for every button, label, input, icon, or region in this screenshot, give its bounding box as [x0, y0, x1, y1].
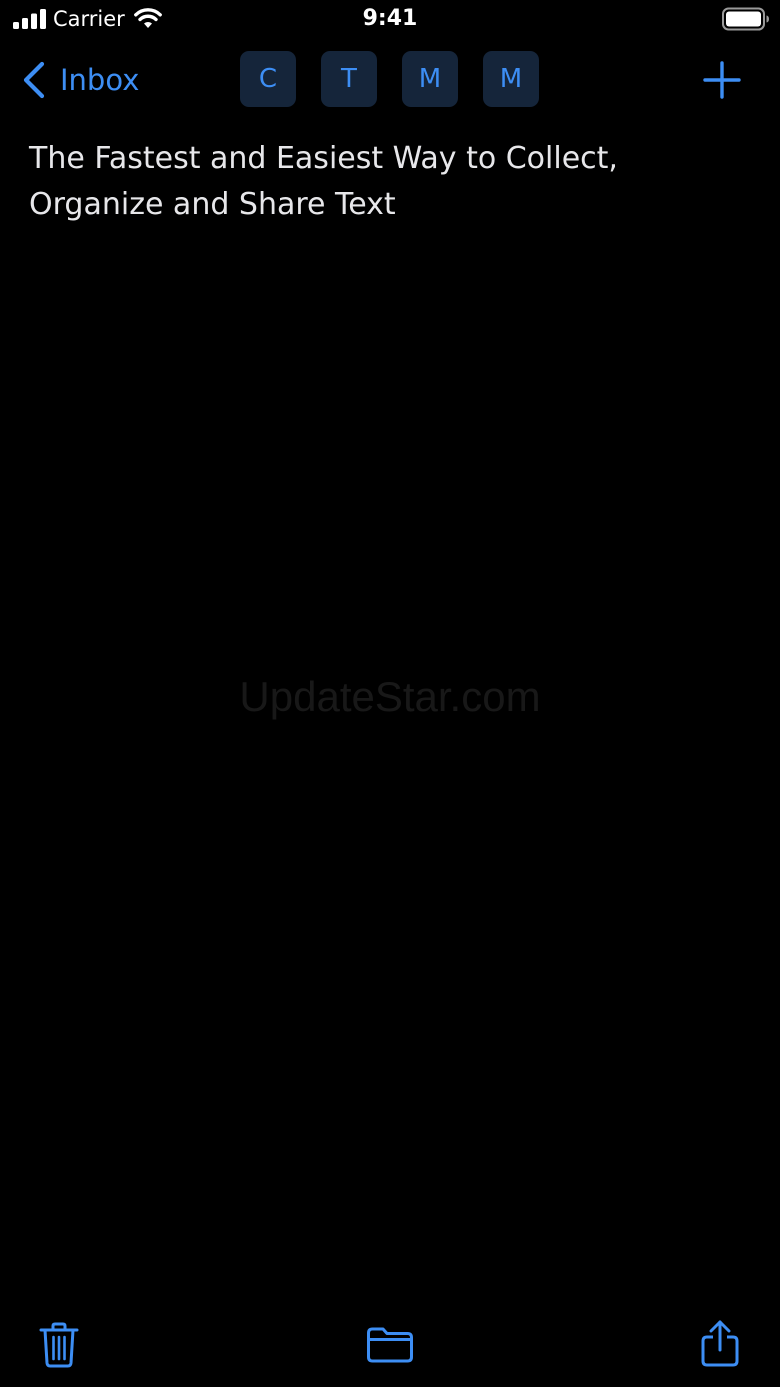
- back-button-label: Inbox: [60, 63, 140, 97]
- status-bar: Carrier 9:41: [0, 0, 780, 40]
- navigation-bar: Inbox C T M M: [0, 44, 780, 116]
- chevron-left-icon: [23, 61, 45, 99]
- carrier-name: Carrier: [53, 7, 125, 31]
- status-time: 9:41: [362, 6, 418, 31]
- tag-button-t[interactable]: T: [321, 51, 377, 107]
- watermark: UpdateStar.com: [239, 673, 541, 720]
- add-button[interactable]: [702, 60, 742, 100]
- folder-icon: [367, 1327, 413, 1363]
- wifi-icon: [134, 8, 162, 28]
- share-icon: [701, 1320, 739, 1367]
- plus-icon: [703, 61, 741, 99]
- note-text-editor[interactable]: The Fastest and Easiest Way to Collect, …: [29, 136, 749, 228]
- tag-button-m-2[interactable]: M: [483, 51, 539, 107]
- back-button[interactable]: Inbox: [20, 58, 139, 102]
- share-button[interactable]: [700, 1320, 740, 1368]
- tag-button-c[interactable]: C: [240, 51, 296, 107]
- delete-button[interactable]: [38, 1322, 80, 1368]
- tag-buttons: C T M M: [240, 51, 539, 107]
- trash-icon: [39, 1322, 79, 1368]
- battery-icon: [722, 7, 769, 31]
- bottom-toolbar: [0, 1300, 780, 1387]
- move-to-folder-button[interactable]: [366, 1326, 414, 1364]
- tag-button-m-1[interactable]: M: [402, 51, 458, 107]
- cellular-signal-icon: [13, 9, 46, 29]
